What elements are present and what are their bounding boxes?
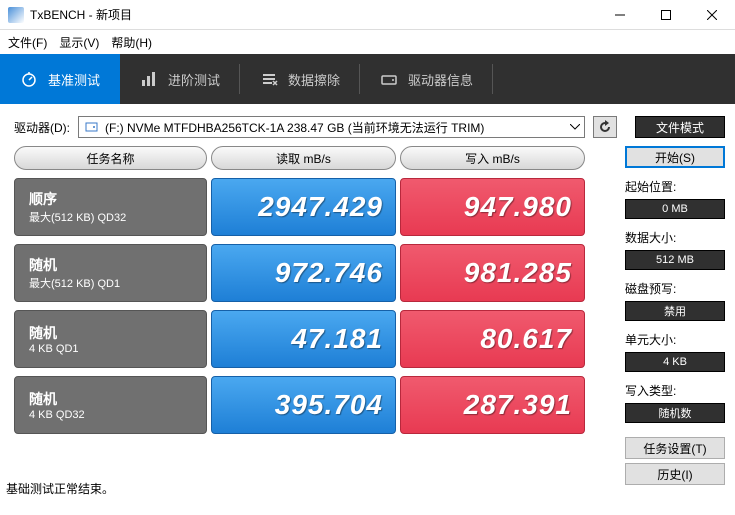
menu-file[interactable]: 文件(F) — [8, 34, 47, 51]
menu-view[interactable]: 显示(V) — [59, 34, 99, 51]
side-panel: 开始(S) 起始位置: 0 MB 数据大小: 512 MB 磁盘预写: 禁用 单… — [625, 146, 725, 485]
prefill-label: 磁盘预写: — [625, 280, 725, 297]
file-mode-button[interactable]: 文件模式 — [635, 116, 725, 138]
close-button[interactable] — [689, 0, 735, 30]
write-value: 287.391 — [400, 376, 585, 434]
tab-driveinfo[interactable]: 驱动器信息 — [360, 54, 493, 104]
drive-value: (F:) NVMe MTFDHBA256TCK-1A 238.47 GB (当前… — [105, 119, 484, 136]
maximize-icon — [661, 10, 671, 20]
drive-icon — [380, 70, 398, 88]
drive-toolbar: 驱动器(D): (F:) NVMe MTFDHBA256TCK-1A 238.4… — [0, 104, 735, 146]
read-value: 395.704 — [211, 376, 396, 434]
chevron-down-icon — [570, 124, 580, 130]
table-row: 随机 4 KB QD1 47.181 80.617 — [14, 310, 613, 368]
unit-size-label: 单元大小: — [625, 331, 725, 348]
erase-icon — [260, 70, 278, 88]
close-icon — [707, 10, 717, 20]
bars-icon — [140, 70, 158, 88]
read-value: 47.181 — [211, 310, 396, 368]
write-value: 947.980 — [400, 178, 585, 236]
row-label-rand-512-qd1: 随机 最大(512 KB) QD1 — [14, 244, 207, 302]
menubar: 文件(F) 显示(V) 帮助(H) — [0, 30, 735, 54]
maximize-button[interactable] — [643, 0, 689, 30]
row-label-rand-4k-qd32: 随机 4 KB QD32 — [14, 376, 207, 434]
titlebar: TxBENCH - 新项目 — [0, 0, 735, 30]
start-pos-label: 起始位置: — [625, 178, 725, 195]
window-title: TxBENCH - 新项目 — [30, 6, 597, 23]
minimize-button[interactable] — [597, 0, 643, 30]
write-value: 981.285 — [400, 244, 585, 302]
table-row: 顺序 最大(512 KB) QD32 2947.429 947.980 — [14, 178, 613, 236]
prefill-value[interactable]: 禁用 — [625, 301, 725, 321]
tab-label: 数据擦除 — [288, 70, 340, 89]
data-size-value[interactable]: 512 MB — [625, 250, 725, 270]
start-pos-value[interactable]: 0 MB — [625, 199, 725, 219]
stopwatch-icon — [20, 70, 38, 88]
tab-benchmark[interactable]: 基准测试 — [0, 54, 120, 104]
reload-button[interactable] — [593, 116, 617, 138]
read-value: 2947.429 — [211, 178, 396, 236]
tab-label: 驱动器信息 — [408, 70, 473, 89]
task-settings-button[interactable]: 任务设置(T) — [625, 437, 725, 459]
file-mode-label: 文件模式 — [656, 119, 704, 136]
tab-label: 基准测试 — [48, 70, 100, 89]
row-label-rand-4k-qd1: 随机 4 KB QD1 — [14, 310, 207, 368]
table-row: 随机 4 KB QD32 395.704 287.391 — [14, 376, 613, 434]
header-read: 读取 mB/s — [211, 146, 396, 170]
app-icon — [8, 7, 24, 23]
minimize-icon — [615, 10, 625, 20]
tab-label: 进阶测试 — [168, 70, 220, 89]
unit-size-value[interactable]: 4 KB — [625, 352, 725, 372]
history-button[interactable]: 历史(I) — [625, 463, 725, 485]
start-button[interactable]: 开始(S) — [625, 146, 725, 168]
header-write: 写入 mB/s — [400, 146, 585, 170]
menu-help[interactable]: 帮助(H) — [111, 34, 152, 51]
reload-icon — [598, 120, 612, 134]
write-value: 80.617 — [400, 310, 585, 368]
data-size-label: 数据大小: — [625, 229, 725, 246]
write-type-label: 写入类型: — [625, 382, 725, 399]
drive-select[interactable]: (F:) NVMe MTFDHBA256TCK-1A 238.47 GB (当前… — [78, 116, 585, 138]
row-label-seq-qd32: 顺序 最大(512 KB) QD32 — [14, 178, 207, 236]
benchmark-table: 任务名称 读取 mB/s 写入 mB/s 顺序 最大(512 KB) QD32 … — [14, 146, 613, 485]
drive-label: 驱动器(D): — [14, 119, 70, 136]
table-row: 随机 最大(512 KB) QD1 972.746 981.285 — [14, 244, 613, 302]
tabbar: 基准测试 进阶测试 数据擦除 驱动器信息 — [0, 54, 735, 104]
write-type-value[interactable]: 随机数 — [625, 403, 725, 423]
status-bar: 基础测试正常结束。 — [6, 480, 114, 497]
drive-small-icon — [85, 121, 101, 133]
header-name: 任务名称 — [14, 146, 207, 170]
read-value: 972.746 — [211, 244, 396, 302]
tab-advanced[interactable]: 进阶测试 — [120, 54, 240, 104]
tab-erase[interactable]: 数据擦除 — [240, 54, 360, 104]
